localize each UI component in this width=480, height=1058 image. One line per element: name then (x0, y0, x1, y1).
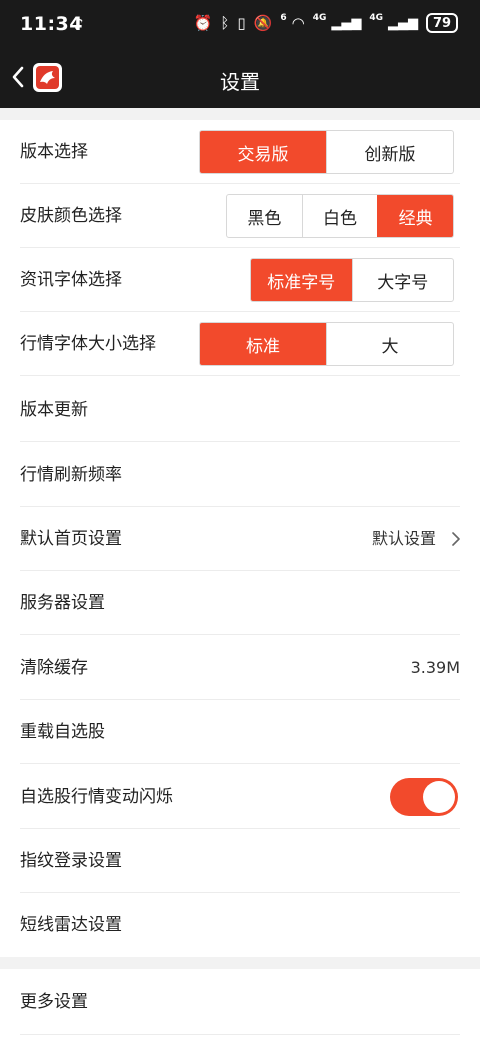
news-font-label: 资讯字体选择 (20, 270, 122, 290)
watchlist-flash-toggle[interactable] (390, 778, 458, 816)
signal-icon-2: ▂▄▆ (388, 15, 418, 31)
short-radar-label: 短线雷达设置 (20, 915, 122, 935)
status-icons: ⏰ ᛒ ▯ 🔕 6 ◠ 4G ▂▄▆ 4G ▂▄▆ 79 (194, 13, 458, 33)
row-server[interactable]: 服务器设置 (0, 571, 480, 635)
row-skin-color: 皮肤颜色选择 黑色 白色 经典 (0, 184, 480, 248)
version-option-trade[interactable]: 交易版 (200, 131, 326, 173)
row-refresh-rate[interactable]: 行情刷新频率 (0, 443, 480, 507)
row-divider (20, 375, 460, 376)
row-fingerprint[interactable]: 指纹登录设置 (0, 829, 480, 893)
network-label-1: 4G (312, 13, 327, 23)
row-reload-watchlist[interactable]: 重载自选股 (0, 700, 480, 764)
row-short-radar[interactable]: 短线雷达设置 (0, 893, 480, 957)
bluetooth-icon: ᛒ (220, 14, 230, 32)
status-bar: 11:34 ♪ ⏰ ᛒ ▯ 🔕 6 ◠ 4G ▂▄▆ 4G ▂▄▆ 79 (0, 0, 480, 50)
chevron-right-icon (452, 532, 460, 546)
row-more-settings[interactable]: 更多设置 (0, 969, 480, 1035)
mute-icon: 🔕 (253, 14, 273, 32)
row-version-select: 版本选择 交易版 创新版 (0, 120, 480, 184)
nav-bar: 设置 (0, 50, 480, 108)
row-divider (20, 634, 460, 635)
version-select-segmented: 交易版 创新版 (199, 130, 454, 174)
reload-watchlist-label: 重载自选股 (20, 722, 105, 742)
row-divider (20, 441, 460, 442)
wifi-icon: ◠ (291, 14, 305, 32)
news-font-segmented: 标准字号 大字号 (250, 258, 454, 302)
quote-font-size-label: 行情字体大小选择 (20, 334, 156, 354)
version-select-label: 版本选择 (20, 142, 88, 162)
section-gap (0, 957, 480, 969)
default-home-value: 默认设置 (371, 529, 436, 548)
skin-option-classic[interactable]: 经典 (377, 195, 453, 237)
more-settings-label: 更多设置 (20, 992, 88, 1012)
network-label-2: 4G (369, 13, 383, 23)
news-font-option-standard[interactable]: 标准字号 (251, 259, 352, 301)
row-divider (20, 763, 460, 764)
watchlist-flash-label: 自选股行情变动闪烁 (20, 787, 173, 807)
row-news-font: 资讯字体选择 标准字号 大字号 (0, 248, 480, 312)
signal-icon-1: ▂▄▆ (331, 15, 362, 31)
row-watchlist-flash: 自选股行情变动闪烁 (0, 765, 480, 829)
tiktok-notification-icon: ♪ (74, 15, 84, 33)
row-version-update[interactable]: 版本更新 (0, 378, 480, 442)
version-option-innovation[interactable]: 创新版 (326, 131, 453, 173)
battery-icon: 79 (426, 13, 458, 33)
battery-level: 79 (432, 15, 452, 31)
row-quote-font-size: 行情字体大小选择 标准 大 (0, 312, 480, 376)
server-label: 服务器设置 (20, 593, 105, 613)
row-default-home[interactable]: 默认首页设置 默认设置 (0, 507, 480, 571)
clear-cache-label: 清除缓存 (20, 658, 88, 678)
quote-font-option-large[interactable]: 大 (326, 323, 453, 365)
row-divider (20, 1034, 460, 1035)
vibrate-icon: ▯ (237, 14, 246, 32)
news-font-option-large[interactable]: 大字号 (351, 259, 454, 301)
wifi-badge: 6 (280, 13, 287, 23)
fingerprint-label: 指纹登录设置 (20, 851, 122, 871)
default-home-label: 默认首页设置 (20, 529, 122, 549)
skin-option-black[interactable]: 黑色 (227, 195, 302, 237)
version-update-label: 版本更新 (20, 400, 88, 420)
refresh-rate-label: 行情刷新频率 (20, 465, 122, 485)
row-clear-cache[interactable]: 清除缓存 3.39M (0, 636, 480, 700)
cache-size-value: 3.39M (410, 658, 460, 677)
skin-color-label: 皮肤颜色选择 (20, 206, 122, 226)
alarm-icon: ⏰ (193, 14, 213, 32)
section-gap (0, 108, 480, 120)
page-title: 设置 (220, 70, 260, 94)
skin-color-segmented: 黑色 白色 经典 (226, 194, 454, 238)
quote-font-option-standard[interactable]: 标准 (200, 323, 326, 365)
toggle-knob (423, 781, 455, 813)
skin-option-white[interactable]: 白色 (301, 195, 378, 237)
quote-font-size-segmented: 标准 大 (199, 322, 454, 366)
